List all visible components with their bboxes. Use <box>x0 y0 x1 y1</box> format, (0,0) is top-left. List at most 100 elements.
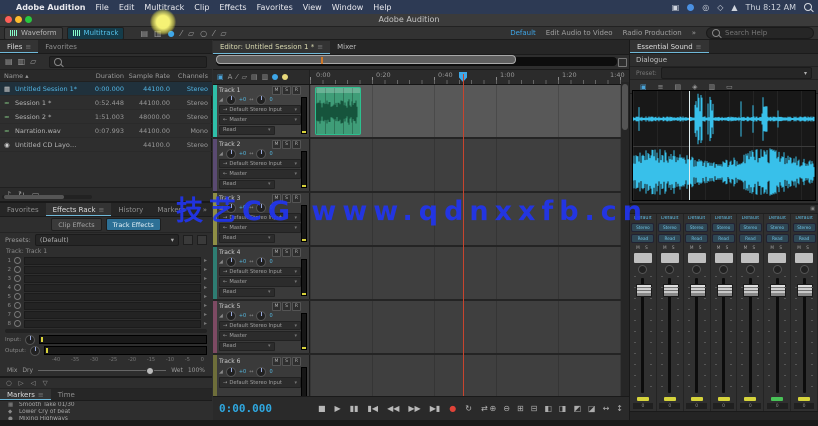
solo-button[interactable]: S <box>282 194 291 203</box>
effect-slot[interactable]: 3▸ <box>0 274 212 283</box>
delete-preset-icon[interactable] <box>197 235 207 245</box>
fader-handle[interactable] <box>690 284 706 297</box>
automation-mode-select[interactable]: Read▾ <box>219 234 275 243</box>
move-next-button[interactable]: ▶▮ <box>430 404 441 413</box>
marker-row[interactable]: ▦ Smooth Take 01/30 <box>0 401 212 408</box>
automation-mode-select[interactable]: Read▾ <box>219 288 275 297</box>
status-display-icon[interactable]: ▣ <box>672 3 680 12</box>
track-lane[interactable] <box>310 193 629 245</box>
strip-knob[interactable] <box>773 265 782 274</box>
track-lane[interactable] <box>310 355 629 399</box>
prev-marker-icon[interactable]: ◁ <box>31 379 36 387</box>
menu-clip[interactable]: Clip <box>194 3 209 12</box>
strip-fader[interactable] <box>630 276 656 395</box>
strip-fader[interactable] <box>737 276 763 395</box>
zoom-selection-button[interactable]: ◩ <box>573 404 581 413</box>
volume-knob[interactable] <box>226 311 236 321</box>
record-arm-button[interactable]: R <box>292 140 301 149</box>
automation-mode-select[interactable]: Read▾ <box>219 180 275 189</box>
time-display-icon[interactable]: ▣ <box>217 73 224 81</box>
zoom-out-time-button[interactable]: ⊖ <box>503 404 510 413</box>
volume-knob[interactable] <box>226 257 236 267</box>
strip-mode-button[interactable]: Stereo <box>685 223 708 232</box>
slot-arrow-icon[interactable]: ▸ <box>204 284 207 291</box>
strip-mute-solo[interactable]: M S <box>717 245 731 251</box>
automation-mode-select[interactable]: Read▾ <box>219 342 275 351</box>
track-input-select[interactable]: →Default Stereo Input▾ <box>219 267 301 276</box>
file-row[interactable]: ◉ Untitled CD Layout 1 44100.0 Stereo <box>0 138 212 152</box>
paintbrush-tool-icon[interactable]: ⁄ <box>213 29 214 38</box>
panel-menu-icon[interactable]: ≡ <box>317 43 323 51</box>
tracks-vertical-scrollbar[interactable] <box>621 82 629 396</box>
navigator-settings-icon[interactable] <box>618 58 627 67</box>
skip-selection-button[interactable]: ⇄ <box>481 404 488 413</box>
slip-tool-icon[interactable]: ● <box>168 29 175 38</box>
spot-heal-tool-icon[interactable]: ▱ <box>220 29 226 38</box>
playhead-line[interactable] <box>463 74 464 396</box>
strip-automation-button[interactable]: Read <box>793 234 816 243</box>
strip-mode-button[interactable]: Stereo <box>766 223 789 232</box>
strip-knob[interactable] <box>692 265 701 274</box>
effect-slot[interactable]: 4▸ <box>0 283 212 292</box>
strip-input-label[interactable]: Default <box>742 216 760 223</box>
track-output-select[interactable]: ←Master▾ <box>219 331 301 340</box>
file-row[interactable]: ≈ Narration.wav 0:07.993 44100.00 Mono <box>0 124 212 138</box>
fast-forward-button[interactable]: ▶▶ <box>408 404 420 413</box>
record-arm-button[interactable]: R <box>292 302 301 311</box>
volume-knob[interactable] <box>226 149 236 159</box>
slot-arrow-icon[interactable]: ▸ <box>204 275 207 282</box>
insert-into-multitrack-icon[interactable]: ▱ <box>30 57 36 66</box>
strip-fader[interactable] <box>684 276 710 395</box>
strip-knob[interactable] <box>800 265 809 274</box>
tab-history[interactable]: History <box>111 203 150 216</box>
menu-favorites[interactable]: Favorites <box>257 3 293 12</box>
zoom-in-time-button[interactable]: ⊕ <box>490 404 497 413</box>
track-lane[interactable] <box>310 247 629 299</box>
slot-arrow-icon[interactable]: ▸ <box>204 257 207 264</box>
strip-mute-solo[interactable]: M S <box>663 245 677 251</box>
track-output-select[interactable]: ←Master▾ <box>219 277 301 286</box>
status-app-icon[interactable] <box>687 4 694 11</box>
pan-knob[interactable] <box>256 311 266 321</box>
fader-handle[interactable] <box>743 284 759 297</box>
tab-essential-sound[interactable]: Essential Sound ≡ <box>630 40 709 53</box>
pan-knob[interactable] <box>256 95 266 105</box>
record-arm-button[interactable]: R <box>292 86 301 95</box>
strip-mute-solo[interactable]: M S <box>690 245 704 251</box>
grid-icon[interactable]: ▤ <box>251 73 258 81</box>
fader-handle[interactable] <box>797 284 813 297</box>
track-lane[interactable] <box>310 301 629 353</box>
navigator-visible-range[interactable] <box>216 55 516 64</box>
strip-input-label[interactable]: Default <box>795 216 813 223</box>
text-tool-icon[interactable]: A <box>228 73 233 81</box>
track-output-select[interactable]: ←Master▾ <box>219 169 301 178</box>
waveform-view-button[interactable]: Waveform <box>4 27 63 40</box>
mute-button[interactable]: M <box>272 357 281 366</box>
menu-window[interactable]: Window <box>332 3 364 12</box>
track-header[interactable]: Track 5 MSR ◢ +0 ↔ 0 →Default Stereo Inp… <box>213 301 310 353</box>
strip-pan-control[interactable] <box>661 253 679 263</box>
menu-view[interactable]: View <box>303 3 322 12</box>
solo-button[interactable]: S <box>282 357 291 366</box>
track-header[interactable]: Track 4 MSR ◢ +0 ↔ 0 →Default Stereo Inp… <box>213 247 310 299</box>
effect-slot[interactable]: 6▸ <box>0 301 212 310</box>
strip-mute-solo[interactable]: M S <box>636 245 650 251</box>
move-tool-icon[interactable]: ▤ <box>140 29 148 38</box>
strip-mode-button[interactable]: Stereo <box>658 223 681 232</box>
play-button[interactable]: ▶ <box>335 404 341 413</box>
time-selection-tool-icon[interactable]: ⁄ <box>181 29 182 38</box>
slip-icon[interactable]: ▱ <box>242 73 247 81</box>
tab-markers[interactable]: Markers≡ <box>0 389 51 400</box>
strip-pan-control[interactable] <box>688 253 706 263</box>
tab-favorites[interactable]: Favorites <box>38 40 84 53</box>
track-input-select[interactable]: →Default Stereo Input▾ <box>219 213 301 222</box>
power-icon[interactable] <box>14 275 21 282</box>
pan-knob[interactable] <box>256 257 266 267</box>
status-airplay-icon[interactable]: ◇ <box>717 3 723 12</box>
zoom-in-point-button[interactable]: ◧ <box>544 404 552 413</box>
fader-handle[interactable] <box>770 284 786 297</box>
move-previous-button[interactable]: ▮◀ <box>368 404 379 413</box>
track-input-select[interactable]: →Default Stereo Input▾ <box>219 159 301 168</box>
files-column-headers[interactable]: Name ▴ Duration Sample Rate Channels <box>0 70 212 82</box>
strip-fader[interactable] <box>764 276 790 395</box>
